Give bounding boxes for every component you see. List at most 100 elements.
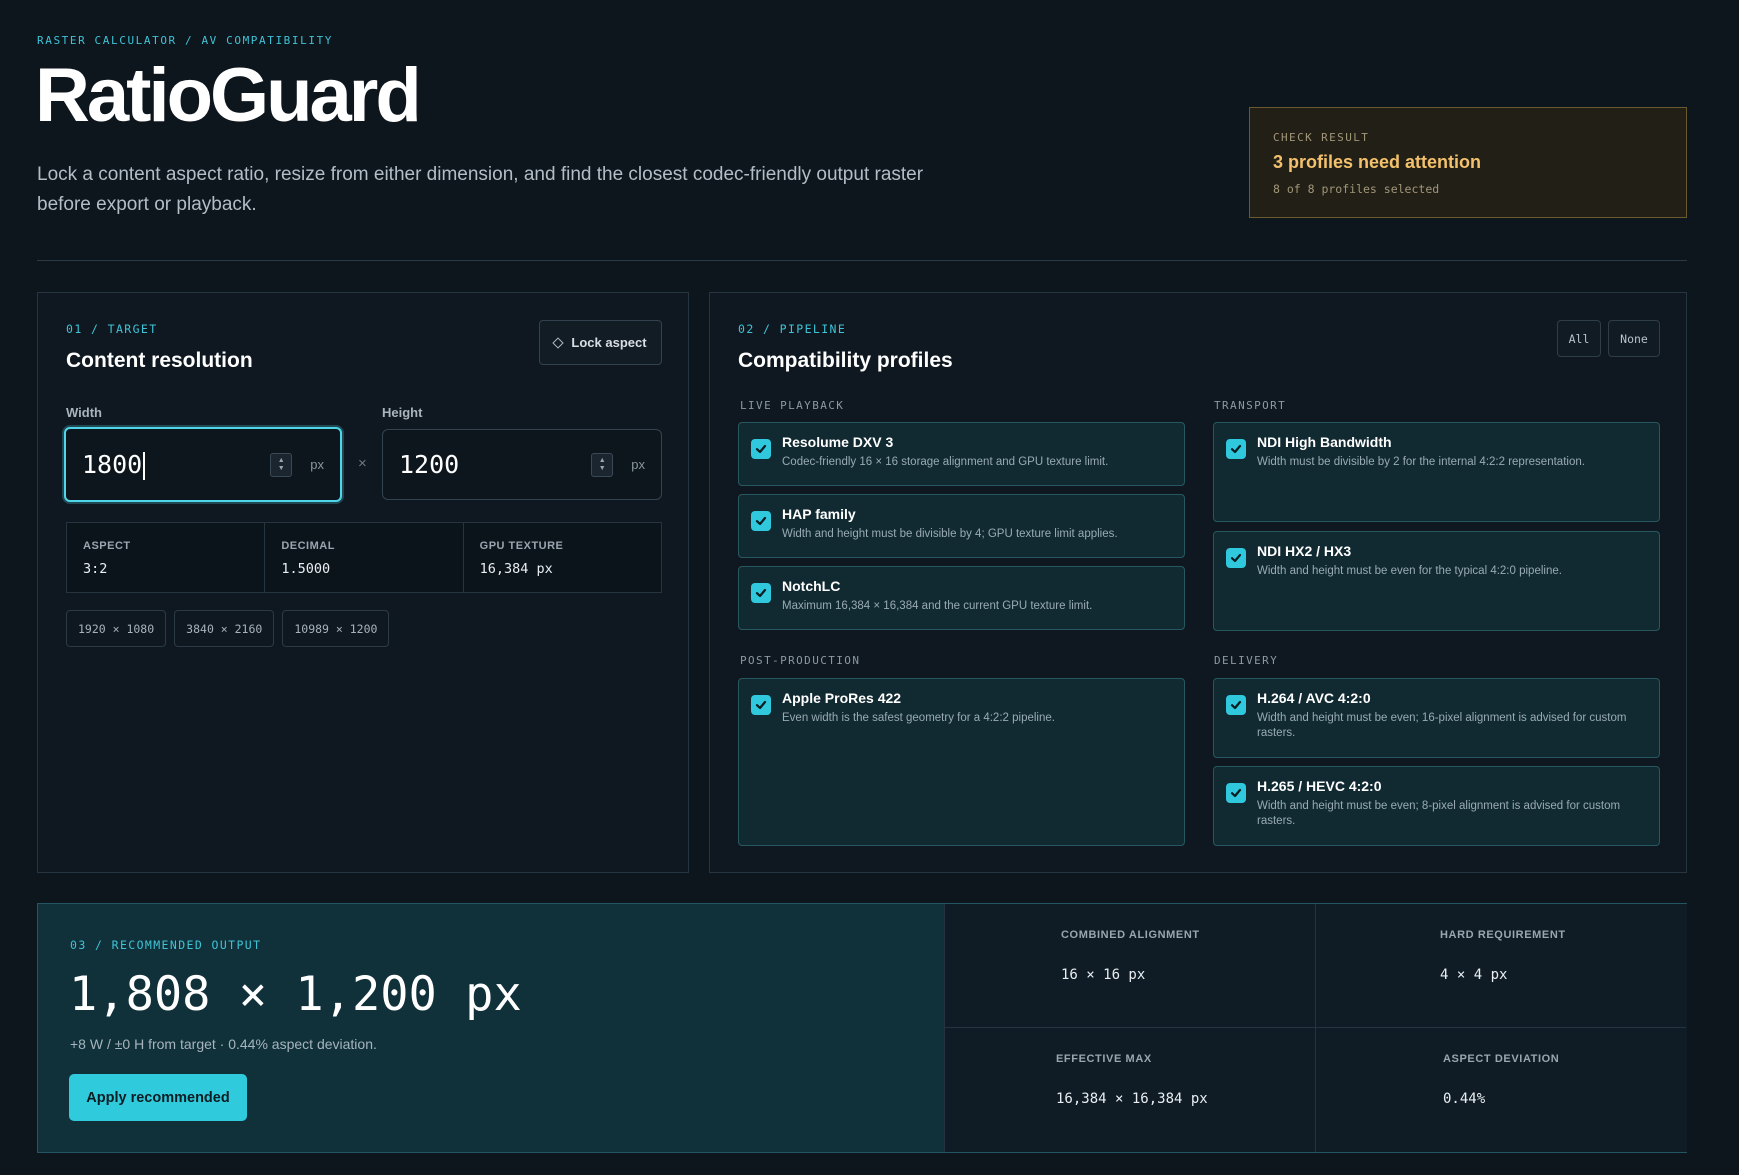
metric-value: 16 × 16 px [1061,967,1146,983]
output-metrics: COMBINED ALIGNMENT 16 × 16 px HARD REQUI… [944,904,1687,1152]
checkbox-checked[interactable] [1226,783,1246,803]
target-kicker: 01 / TARGET [66,322,158,336]
checkbox-checked[interactable] [1226,439,1246,459]
preset-button[interactable]: 1920 × 1080 [66,610,167,647]
check-result-card: CHECK RESULT 3 profiles need attention 8… [1249,107,1687,218]
stepper-up-icon[interactable]: ▲ [599,457,606,465]
lock-aspect-label: Lock aspect [571,335,647,350]
target-panel: 01 / TARGET Content resolution Lock aspe… [37,292,689,873]
metric-value: 0.44% [1443,1091,1486,1107]
stat-decimal: DECIMAL 1.5000 [265,523,464,592]
profile-name: Apple ProRes 422 [782,690,902,706]
check-result-sub: 8 of 8 profiles selected [1273,182,1440,196]
profile-h265[interactable]: H.265 / HEVC 4:2:0 Width and height must… [1213,766,1660,846]
profile-desc: Width and height must be even; 16-pixel … [1257,712,1627,739]
diamond-icon [552,336,565,349]
profile-desc: Width and height must be even; 8-pixel a… [1257,800,1621,827]
profile-apple-prores-422[interactable]: Apple ProRes 422 Even width is the safes… [738,678,1185,846]
check-result-title: 3 profiles need attention [1273,152,1482,172]
profile-name: H.264 / AVC 4:2:0 [1257,690,1371,706]
stat-label: DECIMAL [281,540,335,552]
group-label-post-production: POST-PRODUCTION [740,654,861,667]
width-label: Width [66,405,102,420]
profile-name: NDI High Bandwidth [1257,434,1392,450]
profile-name: H.265 / HEVC 4:2:0 [1257,778,1382,794]
profile-desc: Width and height must be even for the ty… [1257,565,1562,577]
profile-notchlc[interactable]: NotchLC Maximum 16,384 × 16,384 and the … [738,566,1185,630]
preset-button[interactable]: 10989 × 1200 [282,610,390,647]
group-label-live-playback: LIVE PLAYBACK [740,399,845,412]
stat-gpu-texture: GPU TEXTURE 16,384 px [464,523,661,592]
metric-aspect-deviation: ASPECT DEVIATION 0.44% [1315,1028,1686,1152]
metric-label: HARD REQUIREMENT [1440,929,1566,941]
header-divider [37,260,1687,261]
page-subtitle: Lock a content aspect ratio, resize from… [37,164,924,215]
metric-label: ASPECT DEVIATION [1443,1053,1560,1065]
recommended-resolution: 1,808 × 1,200 px [69,967,522,1022]
stat-value: 1.5000 [281,561,331,577]
lock-aspect-button[interactable]: Lock aspect [539,320,662,365]
target-title: Content resolution [66,349,253,372]
recommended-output-summary: 03 / RECOMMENDED OUTPUT 1,808 × 1,200 px… [38,904,944,1152]
select-none-button[interactable]: None [1608,320,1660,357]
profile-resolume-dxv[interactable]: Resolume DXV 3 Codec-friendly 16 × 16 st… [738,422,1185,486]
output-kicker: 03 / RECOMMENDED OUTPUT [70,938,262,952]
checkbox-checked[interactable] [1226,548,1246,568]
profile-desc: Even width is the safest geometry for a … [782,712,1055,724]
checkbox-checked[interactable] [751,583,771,603]
checkbox-checked[interactable] [751,695,771,715]
profile-desc: Maximum 16,384 × 16,384 and the current … [782,600,1093,612]
width-value: 1800 [82,449,143,479]
profile-desc: Codec-friendly 16 × 16 storage alignment… [782,456,1109,468]
profile-ndi-hx[interactable]: NDI HX2 / HX3 Width and height must be e… [1213,531,1660,631]
profile-desc: Width and height must be divisible by 4;… [782,528,1118,540]
pipeline-panel: 02 / PIPELINE Compatibility profiles All… [709,292,1687,873]
checkbox-checked[interactable] [751,439,771,459]
breadcrumb: RASTER CALCULATOR / AV COMPATIBILITY [37,34,334,47]
profile-hap[interactable]: HAP family Width and height must be divi… [738,494,1185,558]
profile-desc: Width must be divisible by 2 for the int… [1257,456,1585,468]
width-input[interactable]: 1800 ▲ ▼ px [64,427,342,502]
stat-label: ASPECT [83,540,131,552]
height-unit: px [631,457,645,472]
width-unit: px [310,457,324,472]
metric-label: COMBINED ALIGNMENT [1061,929,1200,941]
select-all-button[interactable]: All [1557,320,1601,357]
width-stepper[interactable]: ▲ ▼ [270,452,293,477]
stat-label: GPU TEXTURE [479,540,564,552]
metric-label: EFFECTIVE MAX [1056,1053,1152,1065]
stepper-down-icon[interactable]: ▼ [278,465,285,473]
pipeline-kicker: 02 / PIPELINE [738,322,847,336]
height-stepper[interactable]: ▲ ▼ [591,452,614,477]
preset-button[interactable]: 3840 × 2160 [174,610,275,647]
stepper-down-icon[interactable]: ▼ [599,465,606,473]
height-label: Height [382,405,423,420]
height-input[interactable]: 1200 ▲ ▼ px [382,429,662,500]
page-title: RatioGuard [35,53,422,138]
profile-h264[interactable]: H.264 / AVC 4:2:0 Width and height must … [1213,678,1660,758]
text-caret [143,451,145,480]
group-label-transport: TRANSPORT [1214,399,1287,412]
profile-name: Resolume DXV 3 [782,434,894,450]
apply-recommended-button[interactable]: Apply recommended [69,1074,247,1121]
pipeline-title: Compatibility profiles [738,349,953,372]
profile-name: NDI HX2 / HX3 [1257,543,1352,559]
checkbox-checked[interactable] [751,511,771,531]
ratio-stats: ASPECT 3:2 DECIMAL 1.5000 GPU TEXTURE 16… [66,522,662,593]
stat-value: 16,384 px [479,561,553,577]
height-value: 1200 [399,450,460,479]
profile-ndi-high-bandwidth[interactable]: NDI High Bandwidth Width must be divisib… [1213,422,1660,522]
preset-list: 1920 × 1080 3840 × 2160 10989 × 1200 [66,610,390,647]
checkbox-checked[interactable] [1226,695,1246,715]
metric-hard-requirement: HARD REQUIREMENT 4 × 4 px [1315,904,1686,1028]
check-result-kicker: CHECK RESULT [1273,131,1370,144]
stat-aspect: ASPECT 3:2 [67,523,266,592]
metric-value: 16,384 × 16,384 px [1056,1091,1208,1107]
stepper-up-icon[interactable]: ▲ [278,457,285,465]
profile-name: NotchLC [782,578,841,594]
recommended-output-panel: 03 / RECOMMENDED OUTPUT 1,808 × 1,200 px… [37,903,1687,1153]
metric-effective-max: EFFECTIVE MAX 16,384 × 16,384 px [944,1028,1315,1152]
times-sign: × [358,455,367,472]
stat-value: 3:2 [83,561,108,577]
output-note: +8 W / ±0 H from target · 0.44% aspect d… [70,1036,377,1052]
